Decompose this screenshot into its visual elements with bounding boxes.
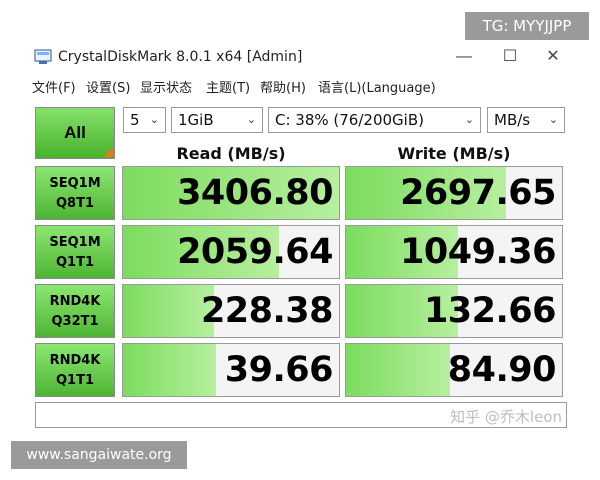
drive-select[interactable]: C: 38% (76/200GiB) ⌄ — [268, 107, 481, 133]
site-watermark-badge: www.sangaiwate.org — [11, 441, 187, 469]
menu-help[interactable]: 帮助(H) — [260, 77, 306, 96]
test-name: RND4K — [49, 294, 101, 309]
unit-value: MB/s — [494, 111, 531, 129]
write-result-cell: 132.66 — [345, 284, 563, 338]
test-queue: Q1T1 — [55, 255, 94, 270]
test-queue: Q8T1 — [55, 196, 94, 211]
test-button-seq1m-q8t1[interactable]: SEQ1M Q8T1 — [35, 166, 115, 220]
read-column-header: Read (MB/s) — [176, 144, 286, 163]
menu-bar: 文件(F) 设置(S) 显示状态 主题(T) 帮助(H) 语言(L)(Langu… — [26, 74, 576, 98]
unit-select[interactable]: MB/s ⌄ — [487, 107, 565, 133]
test-queue: Q1T1 — [55, 373, 94, 388]
test-button-seq1m-q1t1[interactable]: SEQ1M Q1T1 — [35, 225, 115, 279]
chevron-down-icon: ⌄ — [548, 113, 558, 126]
test-count-value: 5 — [130, 111, 140, 129]
write-result-cell: 1049.36 — [345, 225, 563, 279]
comment-field[interactable]: 知乎 @乔木leon — [35, 402, 567, 428]
test-name: RND4K — [49, 353, 101, 368]
write-result-value: 1049.36 — [400, 232, 556, 272]
write-result-value: 84.90 — [447, 350, 557, 390]
read-result-bar — [123, 344, 216, 396]
write-result-value: 132.66 — [423, 291, 557, 331]
corner-marker-icon — [103, 147, 113, 157]
read-result-cell: 39.66 — [122, 343, 340, 397]
test-size-select[interactable]: 1GiB ⌄ — [171, 107, 263, 133]
read-result-value: 39.66 — [224, 350, 334, 390]
menu-display-status[interactable]: 显示状态 — [140, 77, 192, 96]
read-result-cell: 3406.80 — [122, 166, 340, 220]
menu-file[interactable]: 文件(F) — [32, 77, 76, 96]
read-result-value: 228.38 — [200, 291, 334, 331]
menu-settings[interactable]: 设置(S) — [86, 77, 130, 96]
title-bar: CrystalDiskMark 8.0.1 x64 [Admin] — ☐ ✕ — [26, 40, 576, 74]
test-count-select[interactable]: 5 ⌄ — [123, 107, 166, 133]
test-button-rnd4k-q32t1[interactable]: RND4K Q32T1 — [35, 284, 115, 338]
write-result-bar — [346, 344, 450, 396]
read-result-value: 2059.64 — [177, 232, 333, 272]
maximize-button[interactable]: ☐ — [490, 44, 530, 70]
drive-value: C: 38% (76/200GiB) — [275, 111, 424, 129]
menu-theme[interactable]: 主题(T) — [206, 77, 250, 96]
all-button[interactable]: All — [35, 107, 115, 159]
zhihu-watermark: 知乎 @乔木leon — [450, 408, 562, 426]
chevron-down-icon: ⌄ — [149, 113, 159, 126]
read-result-cell: 228.38 — [122, 284, 340, 338]
write-result-cell: 84.90 — [345, 343, 563, 397]
test-size-value: 1GiB — [178, 111, 214, 129]
read-result-cell: 2059.64 — [122, 225, 340, 279]
write-result-cell: 2697.65 — [345, 166, 563, 220]
test-name: SEQ1M — [49, 176, 101, 191]
test-name: SEQ1M — [49, 235, 101, 250]
write-column-header: Write (MB/s) — [397, 144, 511, 163]
minimize-button[interactable]: — — [444, 44, 484, 70]
app-window: CrystalDiskMark 8.0.1 x64 [Admin] — ☐ ✕ … — [26, 40, 576, 435]
menu-language[interactable]: 语言(L)(Language) — [318, 77, 436, 96]
test-queue: Q32T1 — [51, 314, 99, 329]
tg-watermark-badge: TG: MYYJJPP — [465, 12, 589, 40]
all-button-label: All — [64, 123, 86, 142]
chevron-down-icon: ⌄ — [246, 113, 256, 126]
write-result-value: 2697.65 — [400, 173, 556, 213]
chevron-down-icon: ⌄ — [464, 113, 474, 126]
window-title: CrystalDiskMark 8.0.1 x64 [Admin] — [58, 49, 303, 65]
test-button-rnd4k-q1t1[interactable]: RND4K Q1T1 — [35, 343, 115, 397]
read-result-value: 3406.80 — [177, 173, 333, 213]
close-button[interactable]: ✕ — [533, 44, 573, 70]
app-icon — [34, 49, 52, 64]
